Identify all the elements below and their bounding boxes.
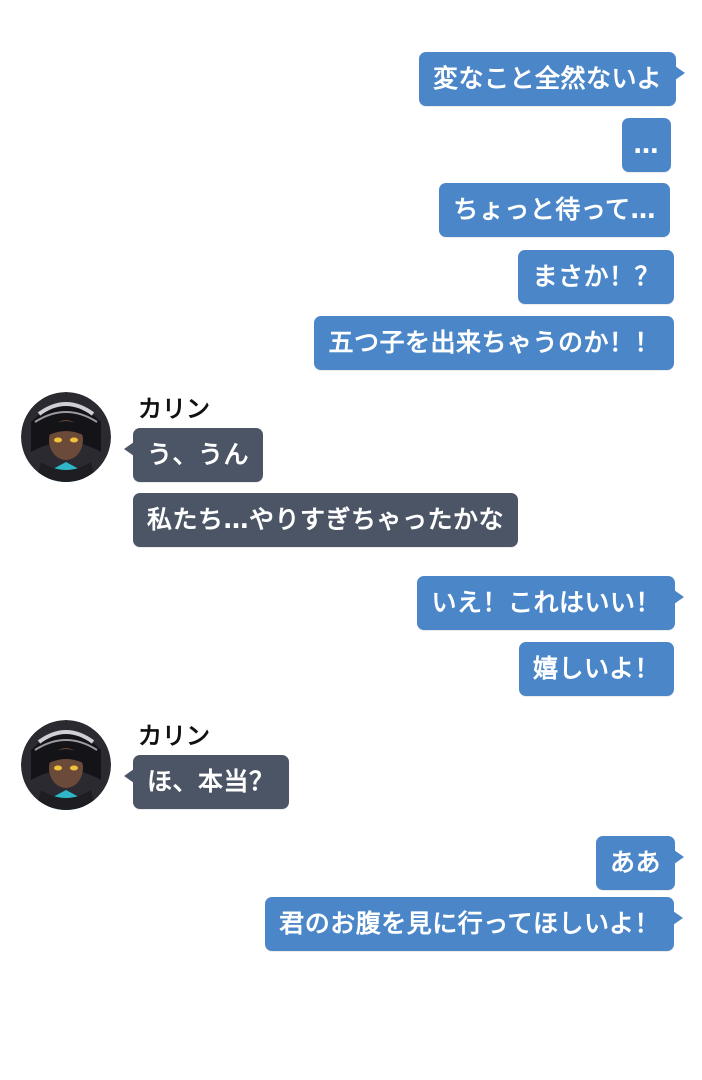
character-avatar-icon: [21, 720, 111, 810]
sender-name: カリン: [138, 722, 210, 750]
message-bubble-outgoing[interactable]: ああ: [595, 836, 685, 890]
message-bubble-outgoing[interactable]: 嬉しいよ！: [518, 642, 674, 696]
message-bubble-outgoing[interactable]: ちょっと待って…: [439, 183, 670, 237]
character-avatar-icon: [21, 392, 111, 482]
avatar[interactable]: [21, 720, 111, 810]
avatar[interactable]: [21, 392, 111, 482]
message-bubble-outgoing[interactable]: …: [621, 118, 671, 172]
message-bubble-outgoing[interactable]: まさか！？: [518, 250, 674, 304]
message-bubble-outgoing[interactable]: いえ！これはいい！: [417, 576, 684, 630]
message-bubble-outgoing[interactable]: 君のお腹を見に行ってほしいよ！: [265, 897, 683, 951]
message-bubble-incoming[interactable]: ほ、本当？: [124, 755, 289, 809]
sender-name: カリン: [138, 395, 210, 423]
message-bubble-outgoing[interactable]: 変なこと全然ないよ: [418, 52, 686, 106]
message-bubble-incoming[interactable]: う、うん: [123, 428, 264, 482]
message-bubble-incoming[interactable]: 私たち…やりすぎちゃったかな: [133, 493, 519, 547]
message-bubble-outgoing[interactable]: 五つ子を出来ちゃうのか！！: [314, 316, 674, 370]
